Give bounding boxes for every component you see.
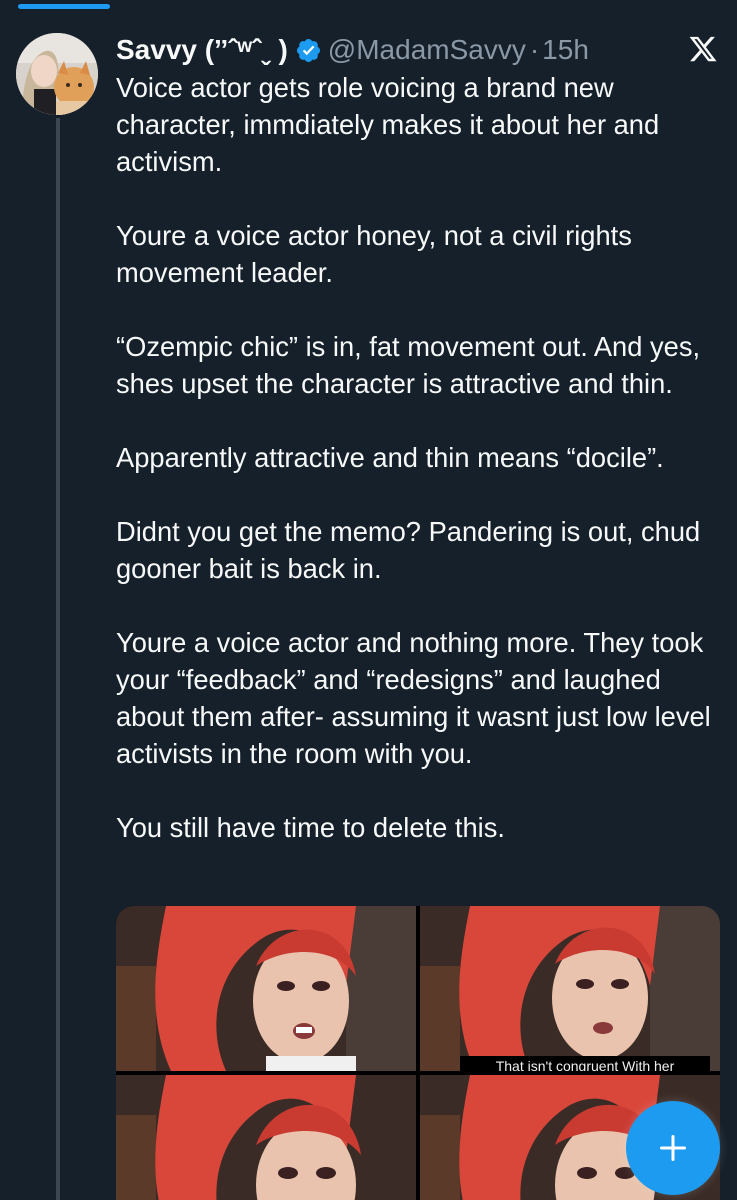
scroll-indicator[interactable] bbox=[18, 4, 110, 9]
verified-badge-icon bbox=[295, 37, 322, 64]
avatar-image bbox=[16, 33, 98, 115]
handle[interactable]: @MadamSavvy bbox=[328, 34, 526, 66]
tweet-paragraph: You still have time to delete this. bbox=[116, 812, 505, 843]
tweet-paragraph: Youre a voice actor honey, not a civil r… bbox=[116, 220, 632, 288]
scroll-track bbox=[0, 0, 737, 9]
display-name[interactable]: Savvy (ˮˆʷˆˬ ) bbox=[116, 34, 288, 66]
media-thumbnail[interactable] bbox=[116, 906, 416, 1071]
thread-connector-line bbox=[56, 118, 60, 1200]
tweet-paragraph: “Ozempic chic” is in, fat movement out. … bbox=[116, 331, 701, 399]
video-caption: That isn't congruent With her bbox=[460, 1056, 710, 1071]
plus-icon bbox=[660, 1135, 686, 1161]
x-logo-icon[interactable] bbox=[688, 34, 718, 64]
tweet-paragraph: Youre a voice actor and nothing more. Th… bbox=[116, 627, 711, 769]
avatar[interactable] bbox=[16, 33, 98, 115]
tweet-thread-view: Savvy (ˮˆʷˆˬ ) @MadamSavvy · 15h Voice a… bbox=[0, 0, 737, 1200]
header-separator: · bbox=[529, 34, 540, 65]
tweet-paragraph: Voice actor gets role voicing a brand ne… bbox=[116, 72, 660, 177]
timestamp[interactable]: 15h bbox=[542, 34, 589, 66]
media-thumbnail[interactable] bbox=[116, 1075, 416, 1200]
compose-button[interactable] bbox=[626, 1101, 720, 1195]
tweet-text: Voice actor gets role voicing a brand ne… bbox=[116, 69, 724, 846]
tweet-paragraph: Apparently attractive and thin means “do… bbox=[116, 442, 664, 473]
tweet-paragraph: Didnt you get the memo? Pandering is out… bbox=[116, 516, 701, 584]
media-thumbnail[interactable]: That isn't congruent With her bbox=[420, 906, 720, 1071]
tweet-header: Savvy (ˮˆʷˆˬ ) @MadamSavvy · 15h bbox=[116, 30, 589, 70]
